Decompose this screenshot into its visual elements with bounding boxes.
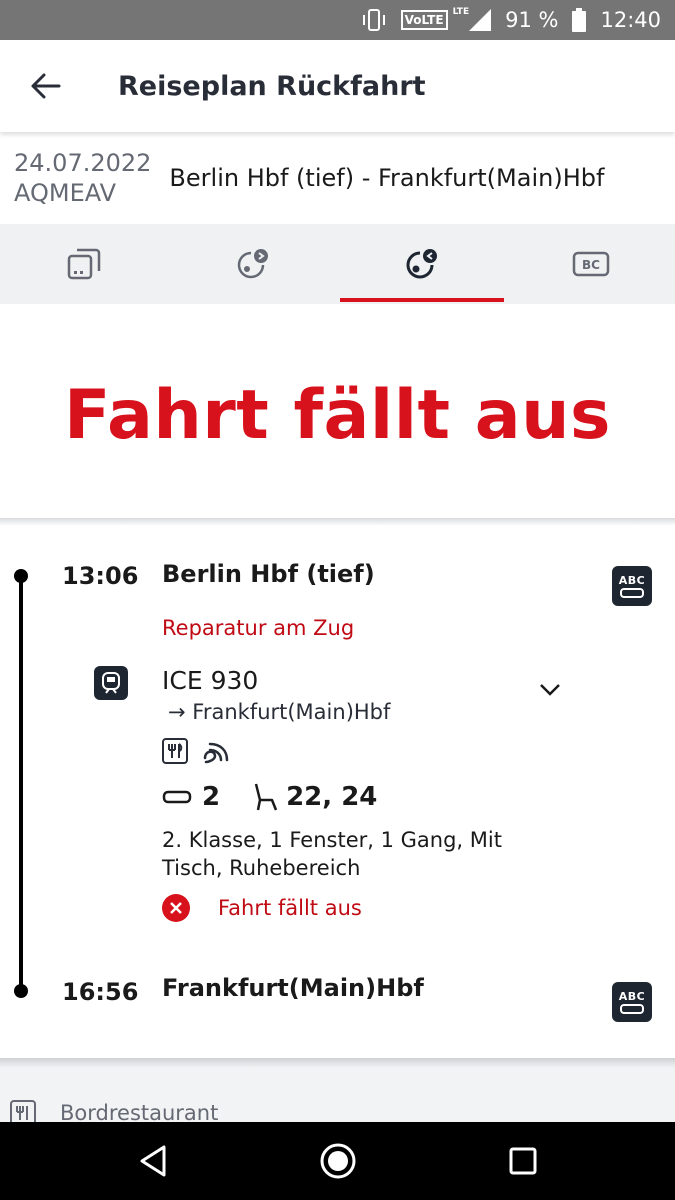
expand-train-button[interactable] [534, 674, 566, 706]
back-button[interactable] [0, 40, 80, 132]
seat-map-label: ABC [618, 573, 646, 587]
volte-indicator: VoLTE [400, 10, 448, 30]
ticket-icon [68, 248, 101, 280]
trip-date: 24.07.2022 [14, 149, 152, 177]
arrival-station: Frankfurt(Main)Hbf [162, 974, 424, 1002]
cancellation-banner: Fahrt fällt aus [0, 312, 675, 518]
train-status-text: Fahrt fällt aus [218, 896, 362, 920]
cancel-icon [162, 894, 190, 922]
train-status: Fahrt fällt aus [162, 894, 362, 922]
tab-outbound[interactable] [169, 224, 338, 304]
nav-recents-button[interactable] [493, 1131, 553, 1191]
journey-details: 13:06 Berlin Hbf (tief) ABC Reparatur am… [0, 526, 675, 1058]
arrival-time: 16:56 [62, 978, 139, 1006]
timeline-dot-departure [14, 569, 28, 583]
clock: 12:40 [600, 8, 661, 32]
app-header: Reiseplan Rückfahrt [0, 40, 675, 132]
square-recents-icon [509, 1147, 536, 1175]
trip-meta: 24.07.2022 AQMEAV [14, 148, 151, 208]
departure-station: Berlin Hbf (tief) [162, 560, 375, 588]
restaurant-icon [162, 738, 188, 764]
return-journey-icon [406, 249, 437, 279]
seat-map-button-departure[interactable]: ABC [612, 566, 652, 606]
nav-home-button[interactable] [308, 1131, 368, 1191]
seat-map-button-arrival[interactable]: ABC [612, 982, 652, 1022]
seat-description: 2. Klasse, 1 Fenster, 1 Gang, Mit Tisch,… [162, 828, 502, 880]
train-icon [94, 666, 128, 700]
trip-route: Berlin Hbf (tief) - Frankfurt(Main)Hbf [169, 164, 605, 192]
tab-ticket[interactable] [0, 224, 169, 304]
timeline-line [19, 576, 23, 992]
system-nav-bar [0, 1122, 675, 1200]
signal-icon: LTE [452, 7, 492, 31]
tab-return[interactable] [338, 224, 507, 304]
seat-numbers: 22, 24 [286, 782, 378, 812]
train-destination: → Frankfurt(Main)Hbf [168, 700, 391, 724]
arrow-left-icon [31, 73, 61, 99]
timeline-dot-arrival [14, 984, 28, 998]
vibrate-icon [361, 8, 387, 32]
seat-map-label: ABC [618, 989, 646, 1003]
wifi-icon [202, 738, 230, 764]
seat-reservation: 2 22, 24 [162, 782, 377, 812]
outbound-journey-icon [237, 249, 269, 279]
bahncard-icon: BC [572, 251, 609, 277]
cancellation-headline: Fahrt fällt aus [63, 375, 612, 455]
coach-number: 2 [202, 782, 221, 812]
departure-time: 13:06 [62, 562, 139, 590]
triangle-back-icon [140, 1145, 165, 1177]
coach-icon [620, 1003, 644, 1014]
page-title: Reiseplan Rückfahrt [118, 70, 426, 102]
tab-bar: BC [0, 224, 675, 304]
booking-code: AQMEAV [14, 179, 117, 207]
battery-icon [572, 8, 587, 32]
bahncard-label: BC [582, 258, 600, 272]
trip-info: 24.07.2022 AQMEAV Berlin Hbf (tief) - Fr… [0, 132, 675, 224]
departure-note: Reparatur am Zug [162, 616, 355, 640]
amenities [162, 738, 244, 764]
coach-icon [620, 587, 644, 598]
circle-home-icon [320, 1143, 355, 1179]
train-name: ICE 930 [162, 666, 259, 695]
tab-bahncard[interactable]: BC [506, 224, 675, 304]
divider [0, 518, 675, 526]
chevron-down-icon [540, 684, 560, 696]
seat-icon [254, 783, 278, 811]
status-bar: VoLTE LTE 91 % 12:40 [0, 0, 675, 40]
divider [0, 1058, 675, 1068]
battery-percent: 91 % [505, 8, 559, 32]
nav-back-button[interactable] [123, 1131, 183, 1191]
coach-number-icon [162, 790, 192, 804]
